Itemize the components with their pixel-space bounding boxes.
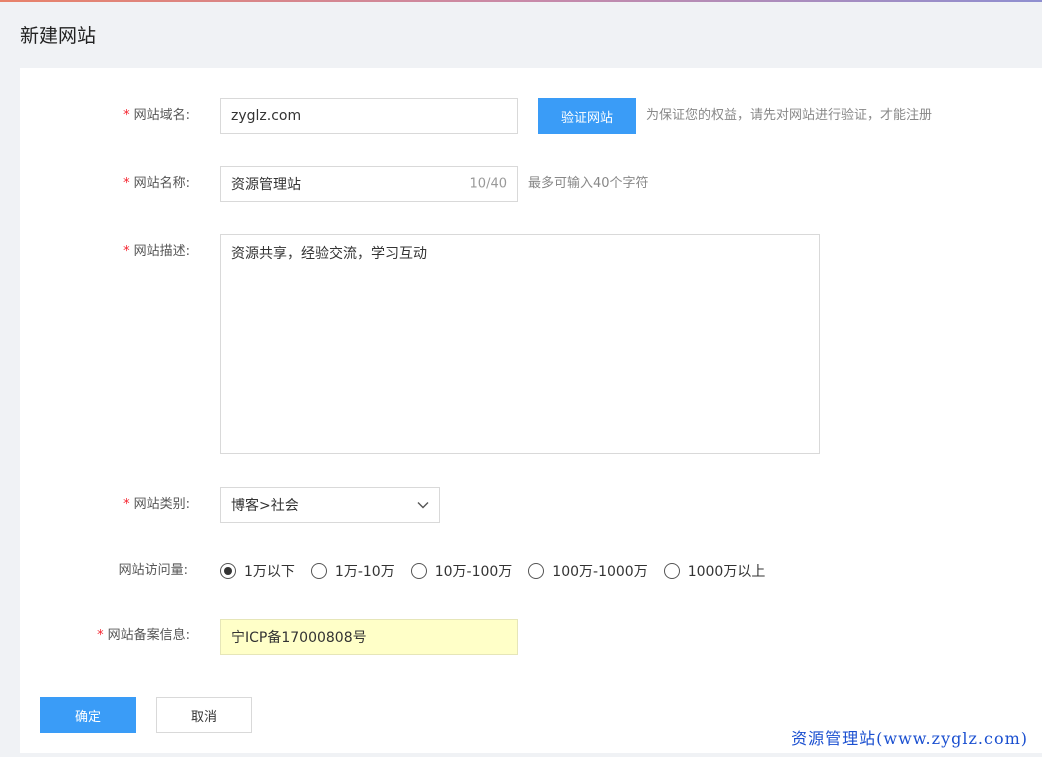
- radio-unchecked-icon: [310, 563, 327, 579]
- required-mark: *: [123, 244, 130, 259]
- cancel-button[interactable]: 取消: [156, 697, 252, 733]
- domain-hint: 为保证您的权益，请先对网站进行验证，才能注册: [646, 108, 933, 123]
- radio-unchecked-icon: [528, 563, 545, 579]
- confirm-button[interactable]: 确定: [40, 697, 136, 733]
- description-label: * 网站描述:: [123, 244, 190, 259]
- traffic-option-5[interactable]: 1000万以上: [663, 561, 765, 581]
- traffic-option-1[interactable]: 1万以下: [220, 561, 295, 581]
- page-title: 新建网站: [20, 25, 97, 47]
- char-counter: 10/40: [469, 176, 507, 192]
- icp-input[interactable]: 宁ICP备17000808号: [220, 619, 518, 655]
- category-label: * 网站类别:: [123, 497, 190, 512]
- chevron-down-icon: [417, 502, 429, 509]
- domain-input[interactable]: zyglz.com: [220, 98, 518, 134]
- form-card: * 网站域名: zyglz.com 验证网站 为保证您的权益，请先对网站进行验证，…: [20, 68, 1042, 753]
- traffic-option-3[interactable]: 10万-100万: [410, 561, 512, 581]
- top-accent-line: [0, 0, 1042, 2]
- site-name-input[interactable]: 资源管理站 10/40: [220, 166, 518, 202]
- traffic-option-2[interactable]: 1万-10万: [310, 561, 395, 581]
- required-mark: *: [123, 108, 130, 123]
- required-mark: *: [123, 497, 130, 512]
- name-label: * 网站名称:: [123, 176, 190, 191]
- traffic-radio-group: 1万以下 1万-10万 10万-100万 100万-1000万 1000万以上: [220, 562, 781, 580]
- traffic-label: 网站访问量:: [118, 563, 188, 578]
- watermark: 资源管理站(www.zyglz.com): [791, 729, 1028, 748]
- radio-unchecked-icon: [410, 563, 427, 579]
- traffic-option-4[interactable]: 100万-1000万: [528, 561, 648, 581]
- description-textarea[interactable]: 资源共享，经验交流，学习互动: [220, 234, 820, 454]
- name-hint: 最多可输入40个字符: [528, 176, 649, 191]
- icp-label: * 网站备案信息:: [97, 628, 190, 643]
- required-mark: *: [123, 176, 130, 191]
- radio-checked-icon: [220, 563, 236, 579]
- domain-label: * 网站域名:: [123, 108, 190, 123]
- radio-unchecked-icon: [663, 563, 680, 579]
- category-select[interactable]: 博客>社会: [220, 487, 440, 523]
- verify-site-button[interactable]: 验证网站: [538, 98, 636, 134]
- required-mark: *: [97, 628, 104, 643]
